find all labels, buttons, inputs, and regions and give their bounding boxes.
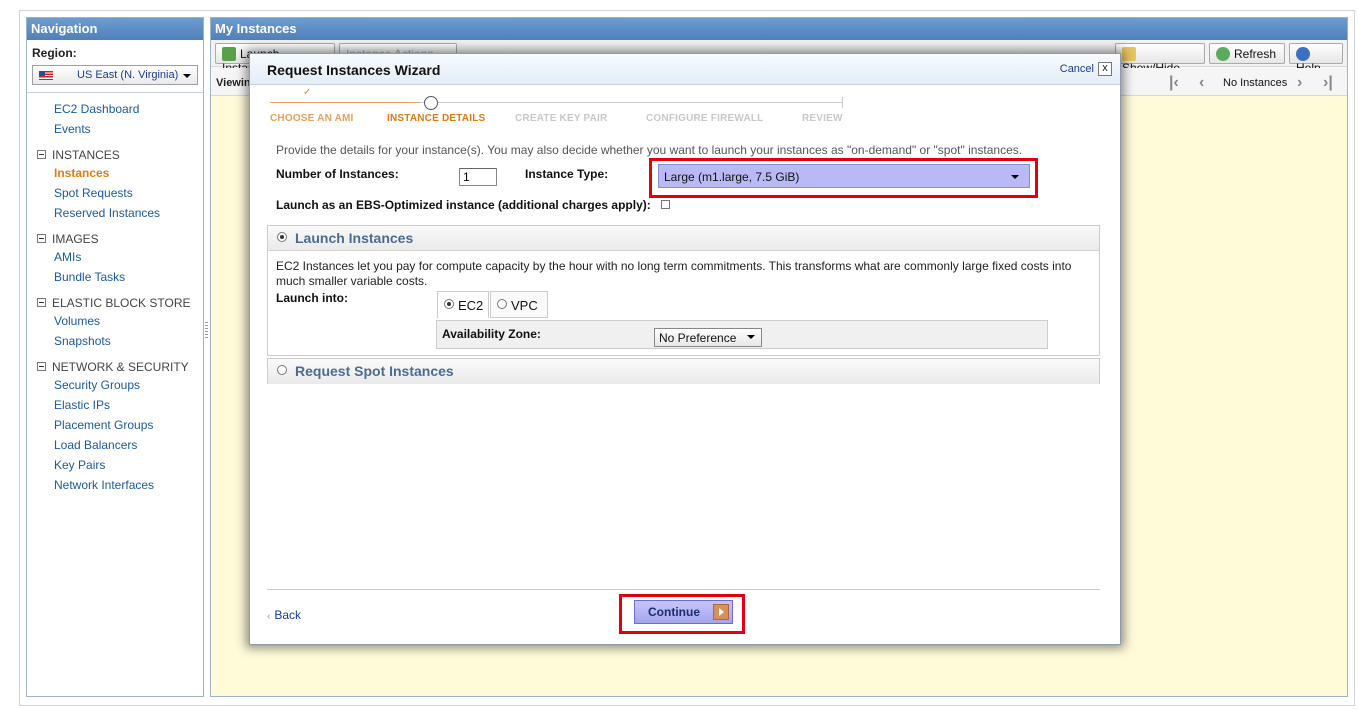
wizard-progress-done xyxy=(270,102,420,103)
availability-zone-row: Availability Zone: No Preference xyxy=(436,320,1048,349)
region-select[interactable]: US East (N. Virginia) xyxy=(32,65,198,85)
footer-divider xyxy=(267,589,1100,590)
first-page-icon[interactable]: |‹ xyxy=(1169,74,1179,92)
section-ebs[interactable]: ELASTIC BLOCK STORE xyxy=(37,296,191,310)
cancel-link[interactable]: Cancel xyxy=(1060,63,1094,75)
nav-amis[interactable]: AMIs xyxy=(54,250,81,264)
nav-events[interactable]: Events xyxy=(54,122,91,136)
back-link[interactable]: ‹ Back xyxy=(267,608,301,622)
check-icon: ✓ xyxy=(303,87,312,98)
availability-zone-label: Availability Zone: xyxy=(442,327,541,341)
refresh-button[interactable]: Refresh xyxy=(1209,43,1285,64)
step-configure-firewall: CONFIGURE FIREWALL xyxy=(646,113,764,124)
refresh-icon xyxy=(1216,47,1230,61)
request-spot-panel: Request Spot Instances xyxy=(267,358,1100,384)
nav-volumes[interactable]: Volumes xyxy=(54,314,100,328)
step-instance-details: INSTANCE DETAILS xyxy=(387,113,486,124)
nav-reserved-instances[interactable]: Reserved Instances xyxy=(54,206,160,220)
region-label: Region: xyxy=(32,46,77,60)
ebs-optimized-checkbox[interactable] xyxy=(661,200,670,209)
launch-instances-panel: Launch Instances EC2 Instances let you p… xyxy=(267,225,1100,356)
availability-zone-select[interactable]: No Preference xyxy=(654,328,762,347)
navigation-sidebar: Navigation Region: US East (N. Virginia)… xyxy=(26,17,204,697)
instance-type-label: Instance Type: xyxy=(525,167,609,181)
main-title: My Instances xyxy=(211,18,1347,40)
collapse-icon[interactable] xyxy=(37,298,46,307)
collapse-icon[interactable] xyxy=(37,150,46,159)
collapse-icon[interactable] xyxy=(37,362,46,371)
back-arrow-icon: ‹ xyxy=(267,611,271,622)
resize-handle[interactable] xyxy=(205,322,208,338)
divider xyxy=(27,92,203,93)
nav-instances[interactable]: Instances xyxy=(54,166,109,180)
instance-type-select[interactable]: Large (m1.large, 7.5 GiB) xyxy=(658,164,1030,188)
continue-button[interactable]: Continue xyxy=(634,600,733,624)
step-review: REVIEW xyxy=(802,113,843,124)
launch-instances-header[interactable]: Launch Instances xyxy=(268,226,1099,251)
ebs-optimized-label: Launch as an EBS-Optimized instance (add… xyxy=(276,198,651,212)
wizard-progress-end xyxy=(842,97,843,108)
step-create-key-pair: CREATE KEY PAIR xyxy=(515,113,608,124)
num-instances-input[interactable] xyxy=(459,168,497,186)
last-page-icon[interactable]: ›| xyxy=(1323,74,1333,92)
nav-spot-requests[interactable]: Spot Requests xyxy=(54,186,133,200)
launch-into-label: Launch into: xyxy=(276,291,348,305)
nav-ec2-dashboard[interactable]: EC2 Dashboard xyxy=(54,102,139,116)
prev-page-icon[interactable]: ‹ xyxy=(1199,74,1204,92)
help-button[interactable]: Help xyxy=(1289,43,1343,75)
region-value: US East (N. Virginia) xyxy=(77,69,179,81)
navigation-title: Navigation xyxy=(27,18,203,40)
collapse-icon[interactable] xyxy=(37,234,46,243)
tab-ec2[interactable]: EC2 xyxy=(437,291,489,318)
launch-description: EC2 Instances let you pay for compute ca… xyxy=(276,259,1072,288)
next-page-icon[interactable]: › xyxy=(1297,74,1302,92)
nav-key-pairs[interactable]: Key Pairs xyxy=(54,458,105,472)
nav-placement-groups[interactable]: Placement Groups xyxy=(54,418,153,432)
launch-icon xyxy=(222,47,236,61)
us-flag-icon xyxy=(39,71,53,80)
section-instances[interactable]: INSTANCES xyxy=(37,148,120,162)
wizard-header: Request Instances Wizard Cancel x xyxy=(250,54,1120,85)
tab-vpc[interactable]: VPC xyxy=(490,291,548,318)
nav-load-balancers[interactable]: Load Balancers xyxy=(54,438,137,452)
chevron-down-icon xyxy=(183,74,191,78)
columns-icon xyxy=(1122,47,1136,61)
vpc-radio[interactable] xyxy=(497,299,507,309)
nav-bundle-tasks[interactable]: Bundle Tasks xyxy=(54,270,125,284)
launch-instances-title: Launch Instances xyxy=(295,230,414,246)
section-network-security[interactable]: NETWORK & SECURITY xyxy=(37,360,189,374)
help-icon xyxy=(1296,47,1310,61)
request-spot-radio[interactable] xyxy=(277,365,287,375)
chevron-down-icon xyxy=(1011,175,1019,179)
pager-status: No Instances xyxy=(1223,77,1288,89)
nav-network-interfaces[interactable]: Network Interfaces xyxy=(54,478,154,492)
request-spot-header[interactable]: Request Spot Instances xyxy=(268,359,1099,384)
ec2-radio[interactable] xyxy=(444,299,454,309)
launch-instances-radio[interactable] xyxy=(277,232,287,242)
request-instances-wizard: Request Instances Wizard Cancel x ✓ CHOO… xyxy=(249,53,1121,645)
current-step-marker xyxy=(424,96,438,110)
section-images[interactable]: IMAGES xyxy=(37,232,99,246)
wizard-title: Request Instances Wizard xyxy=(267,62,441,78)
step-choose-ami: CHOOSE AN AMI xyxy=(270,113,354,124)
chevron-down-icon xyxy=(747,335,755,339)
nav-snapshots[interactable]: Snapshots xyxy=(54,334,111,348)
show-hide-button[interactable]: Show/Hide xyxy=(1115,43,1205,75)
num-instances-label: Number of Instances: xyxy=(276,167,399,181)
arrow-right-icon xyxy=(713,604,729,620)
intro-text: Provide the details for your instance(s)… xyxy=(276,143,1023,157)
close-icon[interactable]: x xyxy=(1098,62,1112,76)
request-spot-title: Request Spot Instances xyxy=(295,363,454,379)
nav-elastic-ips[interactable]: Elastic IPs xyxy=(54,398,110,412)
nav-security-groups[interactable]: Security Groups xyxy=(54,378,140,392)
instance-type-value: Large (m1.large, 7.5 GiB) xyxy=(664,170,800,184)
